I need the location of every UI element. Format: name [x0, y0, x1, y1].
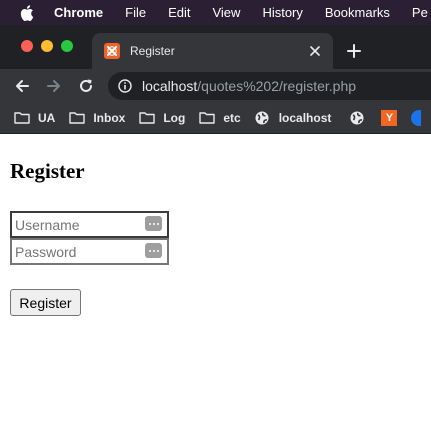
- close-window-button[interactable]: [21, 40, 33, 52]
- ycombinator-icon[interactable]: Y: [381, 109, 398, 126]
- menu-file[interactable]: File: [125, 5, 146, 20]
- autofill-key-icon[interactable]: [145, 243, 162, 258]
- globe-icon[interactable]: [349, 110, 365, 126]
- menu-bookmarks[interactable]: Bookmarks: [325, 5, 390, 20]
- bookmark-overflow-icon[interactable]: [411, 109, 422, 126]
- bookmark-folder-log[interactable]: Log: [139, 111, 185, 125]
- bookmark-label: Inbox: [93, 110, 126, 125]
- bookmark-folder-ua[interactable]: UA: [14, 111, 55, 125]
- macos-menu-bar: Chrome File Edit View History Bookmarks …: [0, 0, 431, 25]
- xampp-icon: [104, 43, 120, 59]
- bookmark-folder-etc[interactable]: etc: [199, 110, 241, 125]
- register-button[interactable]: Register: [10, 289, 81, 316]
- tab-title: Register: [130, 44, 175, 58]
- forward-arrow-icon[interactable]: [44, 76, 64, 96]
- bookmark-folder-inbox[interactable]: Inbox: [69, 111, 125, 125]
- bookmark-localhost[interactable]: localhost: [255, 110, 332, 125]
- password-field[interactable]: [10, 238, 169, 265]
- url-host: localhost: [142, 78, 198, 94]
- bookmarks-bar: UA Inbox Log etc localhost Y: [0, 102, 431, 134]
- tab-register[interactable]: Register: [92, 33, 333, 69]
- fullscreen-window-button[interactable]: [61, 40, 73, 52]
- site-info-icon[interactable]: [118, 78, 134, 94]
- reload-icon[interactable]: [76, 76, 96, 96]
- folder-icon: [14, 111, 30, 125]
- autofill-key-icon[interactable]: [145, 216, 162, 231]
- bookmark-label: UA: [38, 110, 56, 125]
- bookmark-label: etc: [223, 110, 241, 125]
- browser-toolbar: localhost/quotes%202/register.php: [0, 69, 431, 102]
- minimize-window-button[interactable]: [41, 40, 53, 52]
- username-field[interactable]: [10, 211, 169, 238]
- menu-view[interactable]: View: [212, 5, 240, 20]
- bookmark-label: localhost: [278, 110, 332, 125]
- folder-icon: [199, 111, 216, 125]
- folder-icon: [69, 111, 86, 125]
- url-path: /quotes%202/register.php: [197, 78, 357, 94]
- tab-strip: Register: [0, 25, 431, 69]
- back-arrow-icon[interactable]: [12, 76, 32, 96]
- globe-icon: [255, 111, 271, 125]
- folder-icon: [139, 111, 156, 125]
- address-bar[interactable]: localhost/quotes%202/register.php: [108, 72, 431, 100]
- password-input[interactable]: [12, 240, 140, 263]
- close-tab-icon[interactable]: [305, 41, 325, 61]
- menu-app-chrome[interactable]: Chrome: [54, 5, 103, 20]
- page-title: Register: [10, 159, 85, 183]
- username-input[interactable]: [12, 213, 140, 236]
- menu-history[interactable]: History: [262, 5, 302, 20]
- page-content: Register Register: [0, 135, 431, 435]
- apple-icon[interactable]: [20, 4, 34, 21]
- new-tab-icon[interactable]: [344, 41, 364, 61]
- menu-people[interactable]: Pe: [412, 5, 428, 20]
- bookmark-label: Log: [163, 110, 186, 125]
- menu-edit[interactable]: Edit: [168, 5, 190, 20]
